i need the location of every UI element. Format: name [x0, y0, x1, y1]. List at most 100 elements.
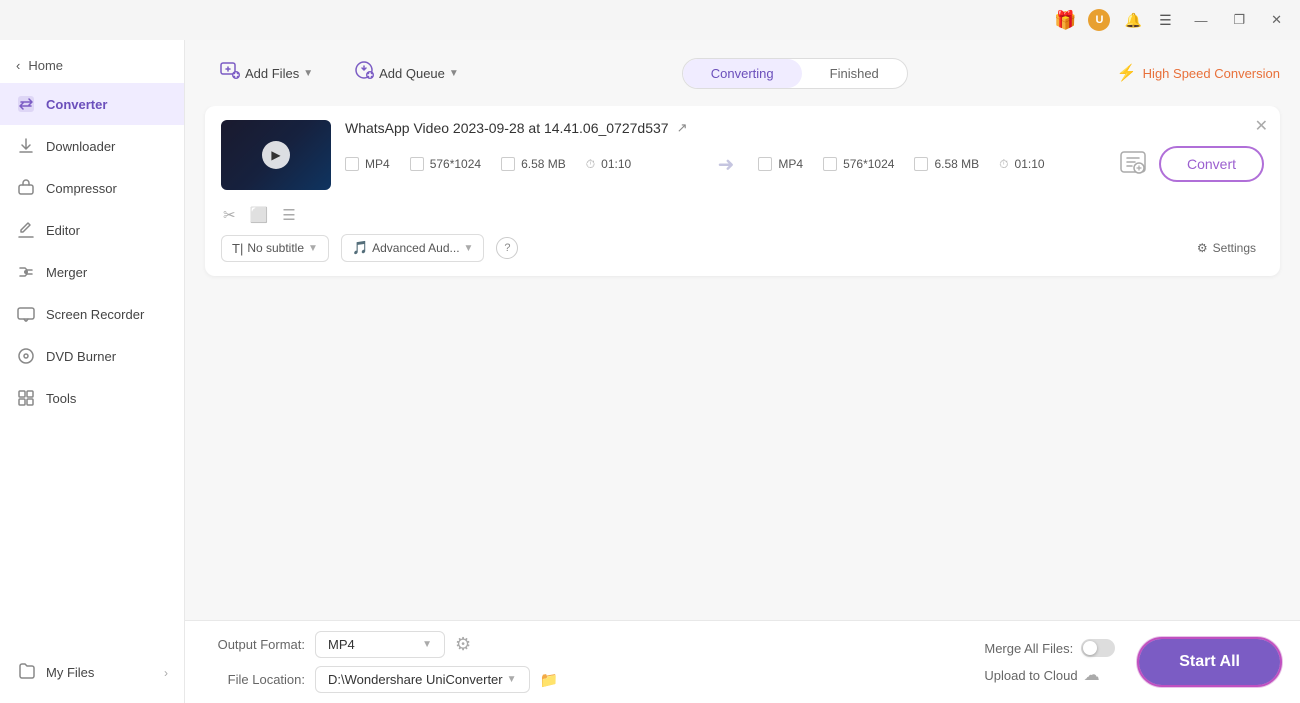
- location-select[interactable]: D:\Wondershare UniConverter ▼: [315, 666, 530, 693]
- folder-icon[interactable]: 📁: [540, 671, 559, 689]
- subtitle-label: No subtitle: [247, 241, 304, 255]
- subtitle-select[interactable]: T| No subtitle ▼: [221, 235, 329, 262]
- cloud-icon[interactable]: ☁: [1084, 665, 1100, 685]
- sidebar-item-compressor[interactable]: Compressor: [0, 167, 184, 209]
- output-settings-icon[interactable]: [1119, 148, 1147, 181]
- add-queue-chevron-icon: ▼: [449, 68, 459, 79]
- target-resolution-label: 576*1024: [843, 157, 894, 171]
- source-size-check: [501, 157, 515, 171]
- format-settings-icon[interactable]: ⚙: [455, 634, 471, 655]
- editor-icon: [16, 220, 36, 240]
- compressor-label: Compressor: [46, 181, 117, 196]
- tab-converting[interactable]: Converting: [683, 59, 802, 88]
- format-chevron-icon: ▼: [422, 639, 432, 650]
- settings-gear-icon: ⚙: [1197, 241, 1208, 255]
- trim-icon[interactable]: ✂: [223, 206, 236, 224]
- high-speed-label: High Speed Conversion: [1143, 66, 1280, 81]
- source-duration-item: ⏱ 01:10: [586, 157, 631, 172]
- bottom-bar: Output Format: MP4 ▼ ⚙ File Location: D:…: [185, 620, 1300, 703]
- screen-recorder-icon: [16, 304, 36, 324]
- sidebar-bottom: My Files ›: [0, 650, 184, 695]
- compressor-icon: [16, 178, 36, 198]
- my-files-item[interactable]: My Files ›: [0, 650, 184, 695]
- target-resolution-check: [823, 157, 837, 171]
- source-meta: MP4 576*1024 6.58 MB: [345, 157, 694, 172]
- add-queue-icon: [353, 59, 375, 87]
- target-format-label: MP4: [778, 157, 803, 171]
- avatar-icon[interactable]: U: [1088, 9, 1110, 31]
- tab-switcher: Converting Finished: [682, 58, 908, 89]
- target-format-item: MP4: [758, 157, 803, 172]
- add-files-button[interactable]: Add Files ▼: [205, 52, 327, 94]
- title-bar-icons: 🎁 U 🔔 ☰ — ❐ ✕: [1056, 9, 1288, 31]
- add-queue-button[interactable]: Add Queue ▼: [339, 52, 473, 94]
- play-button[interactable]: ▶: [262, 141, 290, 169]
- menu-icon[interactable]: ☰: [1156, 11, 1174, 29]
- sidebar-item-screen-recorder[interactable]: Screen Recorder: [0, 293, 184, 335]
- my-files-label: My Files: [46, 665, 94, 680]
- sidebar-item-merger[interactable]: Merger: [0, 251, 184, 293]
- target-format-check: [758, 157, 772, 171]
- output-format-field: Output Format: MP4 ▼ ⚙: [205, 631, 940, 658]
- target-meta: MP4 576*1024 6.58 MB: [758, 157, 1107, 172]
- app-body: ‹ Home Converter Downloader: [0, 40, 1300, 703]
- audio-chevron-icon: ▼: [464, 243, 474, 254]
- file-list-area: ✕ ▶ ✂ ⬜ ☰: [185, 106, 1300, 620]
- start-all-button[interactable]: Start All: [1139, 639, 1280, 685]
- settings-button[interactable]: ⚙ Settings: [1189, 237, 1264, 259]
- sidebar-item-tools[interactable]: Tools: [0, 377, 184, 419]
- source-size-item: 6.58 MB: [501, 157, 566, 172]
- target-duration-item: ⏱ 01:10: [999, 157, 1044, 172]
- bell-icon[interactable]: 🔔: [1124, 11, 1142, 29]
- target-clock-icon: ⏱: [999, 157, 1008, 172]
- audio-icon: 🎵: [352, 240, 368, 256]
- subtitle-icon: T|: [232, 241, 243, 256]
- audio-select[interactable]: 🎵 Advanced Aud... ▼: [341, 234, 485, 262]
- info-button[interactable]: ?: [496, 237, 518, 259]
- tools-label: Tools: [46, 391, 76, 406]
- maximize-button[interactable]: ❐: [1227, 10, 1251, 30]
- merger-icon: [16, 262, 36, 282]
- merge-files-field: Merge All Files:: [984, 639, 1115, 657]
- target-size-check: [914, 157, 928, 171]
- downloader-icon: [16, 136, 36, 156]
- convert-button[interactable]: Convert: [1159, 146, 1264, 182]
- location-value: D:\Wondershare UniConverter: [328, 672, 503, 687]
- file-name: WhatsApp Video 2023-09-28 at 14.41.06_07…: [345, 120, 1264, 136]
- editor-label: Editor: [46, 223, 80, 238]
- sidebar-item-downloader[interactable]: Downloader: [0, 125, 184, 167]
- sidebar-item-converter[interactable]: Converter: [0, 83, 184, 125]
- audio-label: Advanced Aud...: [372, 241, 459, 255]
- file-card: ✕ ▶ ✂ ⬜ ☰: [205, 106, 1280, 276]
- sidebar-item-dvd-burner[interactable]: DVD Burner: [0, 335, 184, 377]
- gift-icon[interactable]: 🎁: [1056, 11, 1074, 29]
- sidebar-item-editor[interactable]: Editor: [0, 209, 184, 251]
- format-select[interactable]: MP4 ▼: [315, 631, 445, 658]
- thumbnail-section: ▶ ✂ ⬜ ☰: [221, 120, 331, 224]
- toolbar-left: Add Files ▼ Add Queue ▼: [205, 52, 473, 94]
- source-resolution-item: 576*1024: [410, 157, 481, 172]
- title-bar: 🎁 U 🔔 ☰ — ❐ ✕: [0, 0, 1300, 40]
- bottom-row: Output Format: MP4 ▼ ⚙ File Location: D:…: [205, 631, 940, 693]
- source-size-label: 6.58 MB: [521, 157, 566, 171]
- merge-toggle[interactable]: [1081, 639, 1115, 657]
- crop-icon[interactable]: ⬜: [250, 206, 269, 224]
- tab-finished[interactable]: Finished: [802, 59, 907, 88]
- external-link-icon[interactable]: ↗: [677, 120, 688, 136]
- source-clock-icon: ⏱: [586, 157, 595, 172]
- close-button[interactable]: ✕: [1265, 10, 1288, 30]
- home-back-button[interactable]: ‹ Home: [0, 48, 184, 83]
- list-icon[interactable]: ☰: [282, 206, 295, 224]
- target-resolution-item: 576*1024: [823, 157, 894, 172]
- tools-icon: [16, 388, 36, 408]
- bottom-right-fields: Merge All Files: Upload to Cloud ☁: [984, 639, 1115, 685]
- file-info: WhatsApp Video 2023-09-28 at 14.41.06_07…: [345, 120, 1264, 182]
- target-size-item: 6.58 MB: [914, 157, 979, 172]
- file-card-close-button[interactable]: ✕: [1255, 116, 1268, 136]
- source-format-label: MP4: [365, 157, 390, 171]
- high-speed-conversion[interactable]: ⚡ High Speed Conversion: [1117, 63, 1280, 83]
- output-format-label: Output Format:: [205, 637, 305, 652]
- dvd-burner-label: DVD Burner: [46, 349, 116, 364]
- minimize-button[interactable]: —: [1188, 11, 1213, 30]
- source-format-check: [345, 157, 359, 171]
